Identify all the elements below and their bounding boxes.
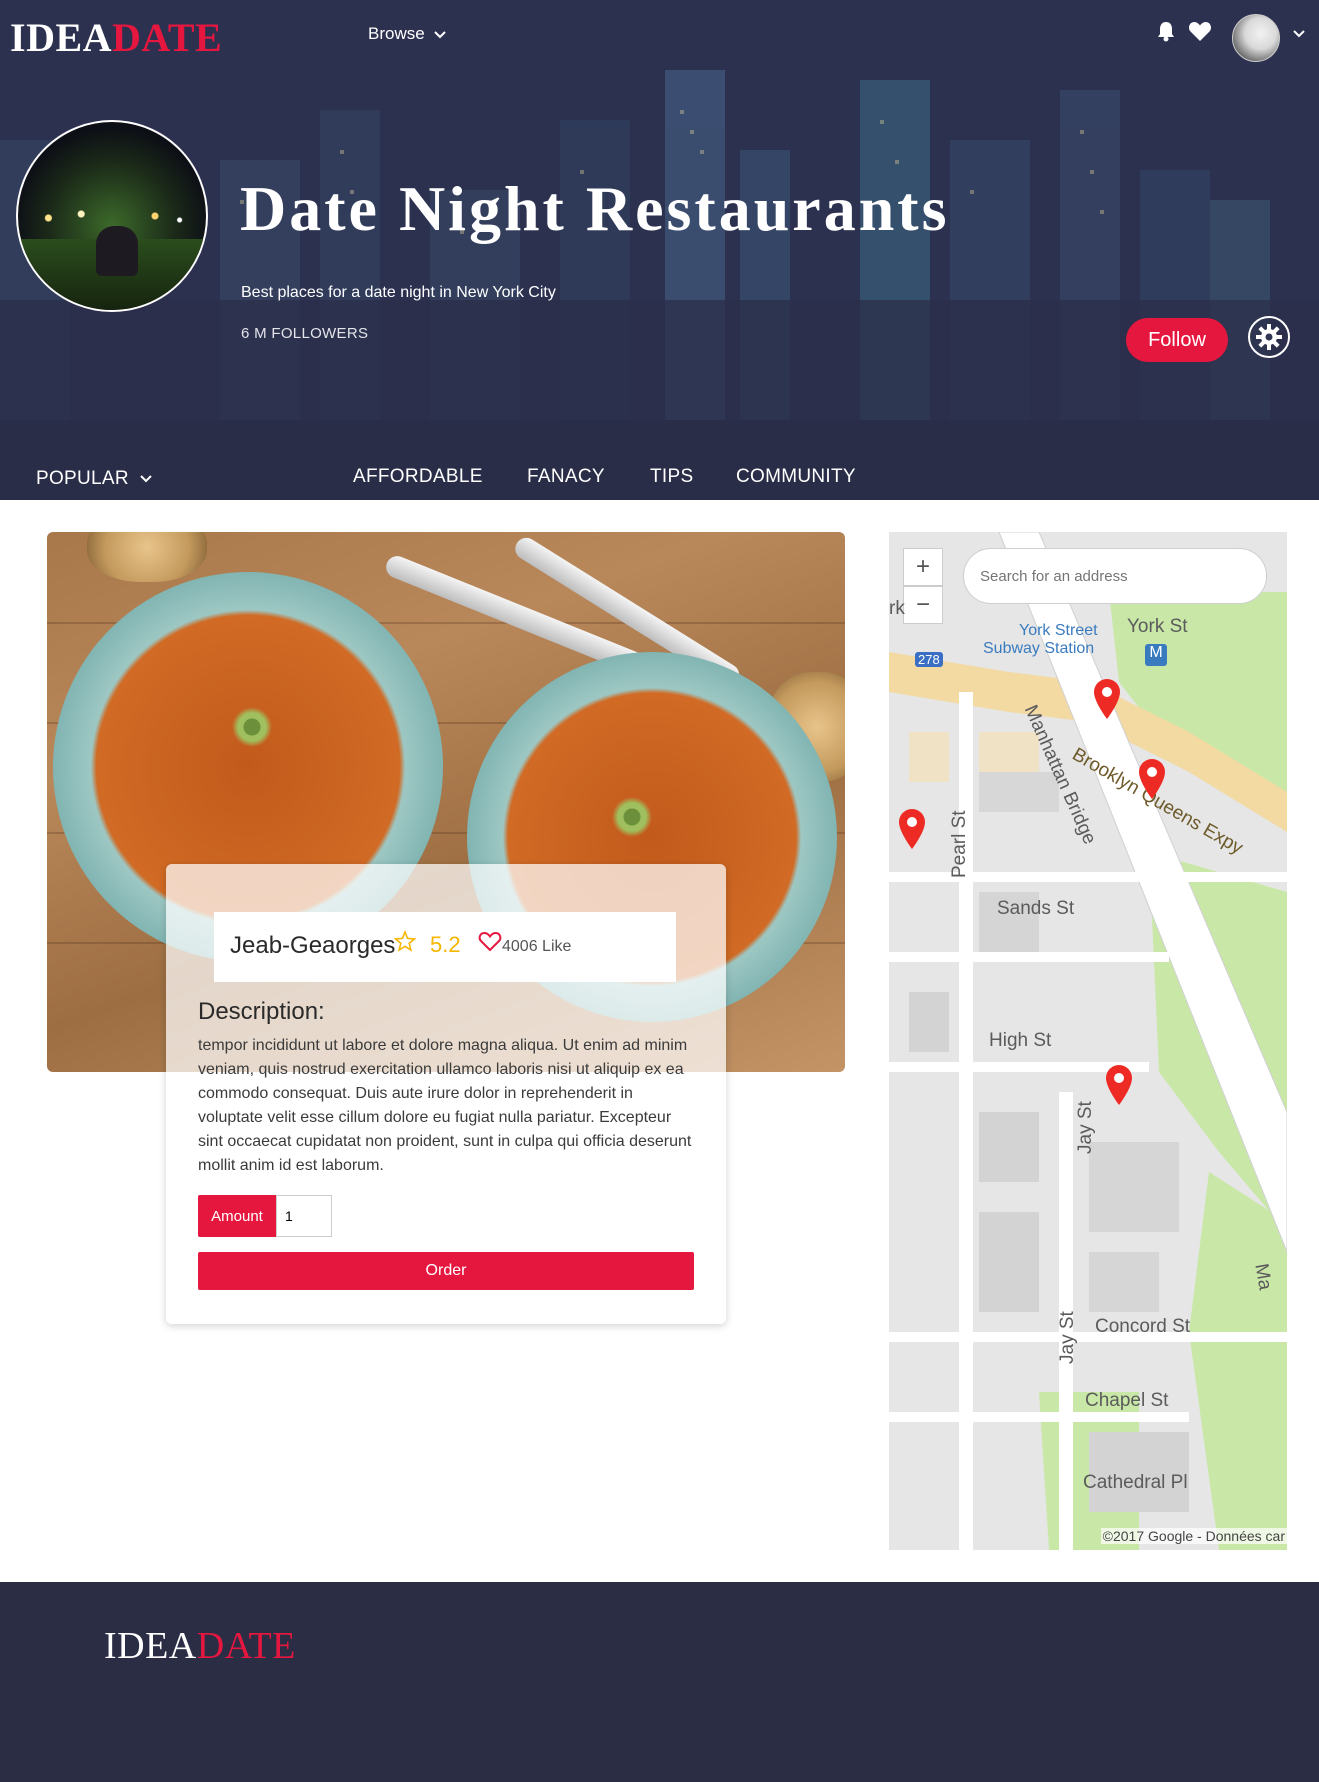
browse-menu[interactable]: Browse <box>368 24 447 44</box>
address-search-input[interactable] <box>963 548 1267 604</box>
dish-card: Jeab-Geaorges 5.2 4006 Like Description:… <box>166 864 726 1324</box>
map-pin-marker[interactable] <box>1092 678 1122 720</box>
gear-icon <box>1256 324 1282 350</box>
amount-label: Amount <box>198 1195 276 1237</box>
dish-header: Jeab-Geaorges 5.2 4006 Like <box>214 912 676 982</box>
star-icon <box>394 930 416 952</box>
map-label-chapel-st: Chapel St <box>1085 1390 1169 1411</box>
map-label-york-station: York Street <box>1019 622 1098 639</box>
route-278-badge: 278 <box>915 652 943 667</box>
zoom-out-button[interactable]: − <box>903 586 943 624</box>
map-label-sands-st: Sands St <box>997 898 1075 919</box>
map-label-pearl-st: Pearl St <box>949 810 970 878</box>
tab-popular[interactable]: POPULAR <box>36 468 153 490</box>
map-label-jay-st-upper: Jay St <box>1075 1101 1096 1154</box>
map-copyright: ©2017 Google - Données car <box>1100 1528 1287 1544</box>
settings-button[interactable] <box>1248 316 1290 358</box>
user-avatar[interactable] <box>1232 14 1280 62</box>
brand-logo[interactable]: IDEADATE <box>10 14 222 61</box>
amount-input[interactable] <box>276 1195 332 1237</box>
dish-name[interactable]: Jeab-Geaorges <box>230 932 395 960</box>
followers-count: 6 M FOLLOWERS <box>241 325 369 342</box>
category-tabs: POPULAR AFFORDABLE FANACY TIPS COMMUNITY <box>0 460 1319 500</box>
profile-header: IDEADATE Browse Date Night Restaurants B… <box>0 0 1319 500</box>
tab-community[interactable]: COMMUNITY <box>736 466 856 488</box>
map-label-concord-st: Concord St <box>1095 1316 1191 1337</box>
footer-brand-logo[interactable]: IDEADATE <box>104 1624 296 1668</box>
chevron-down-icon <box>433 31 446 39</box>
favorites-heart-icon[interactable] <box>1188 20 1212 42</box>
map-label-ma: Ma <box>1250 1262 1276 1292</box>
zoom-in-button[interactable]: + <box>903 548 943 586</box>
tab-tips[interactable]: TIPS <box>650 466 693 488</box>
tab-fanacy[interactable]: FANACY <box>527 466 605 488</box>
description-text: tempor incididunt ut labore et dolore ma… <box>198 1037 692 1174</box>
map-label-rk: rk <box>889 598 905 619</box>
profile-picture <box>16 120 208 312</box>
map-label-jay-st-lower: Jay St <box>1057 1311 1078 1364</box>
follow-button[interactable]: Follow <box>1126 318 1228 362</box>
tab-affordable[interactable]: AFFORDABLE <box>353 466 483 488</box>
chevron-down-icon <box>140 475 152 483</box>
notification-bell-icon[interactable] <box>1156 20 1176 42</box>
page-title: Date Night Restaurants <box>240 173 950 244</box>
map-label-york-st: York St <box>1127 616 1188 637</box>
page-subtitle: Best places for a date night in New York… <box>241 284 556 301</box>
map-pin-marker[interactable] <box>1137 758 1167 800</box>
like-heart-icon[interactable] <box>478 930 502 952</box>
description-title: Description: <box>198 998 325 1025</box>
map-label-cathedral-pl: Cathedral Pl <box>1083 1472 1188 1493</box>
likes-count: 4006 Like <box>502 938 572 955</box>
map-label-subway-station: Subway Station <box>983 640 1095 657</box>
footer: IDEADATE <box>0 1582 1319 1782</box>
browse-label: Browse <box>368 24 425 43</box>
map-pin-marker[interactable] <box>897 808 927 850</box>
user-menu-chevron-icon[interactable] <box>1292 26 1306 40</box>
map-label-high-st: High St <box>989 1030 1052 1051</box>
metro-icon: M <box>1145 644 1167 666</box>
rating-value: 5.2 <box>430 932 461 957</box>
map-pin-marker[interactable] <box>1104 1064 1134 1106</box>
map[interactable]: + − rk York St York Street Subway Statio… <box>889 532 1287 1550</box>
order-button[interactable]: Order <box>198 1252 694 1290</box>
